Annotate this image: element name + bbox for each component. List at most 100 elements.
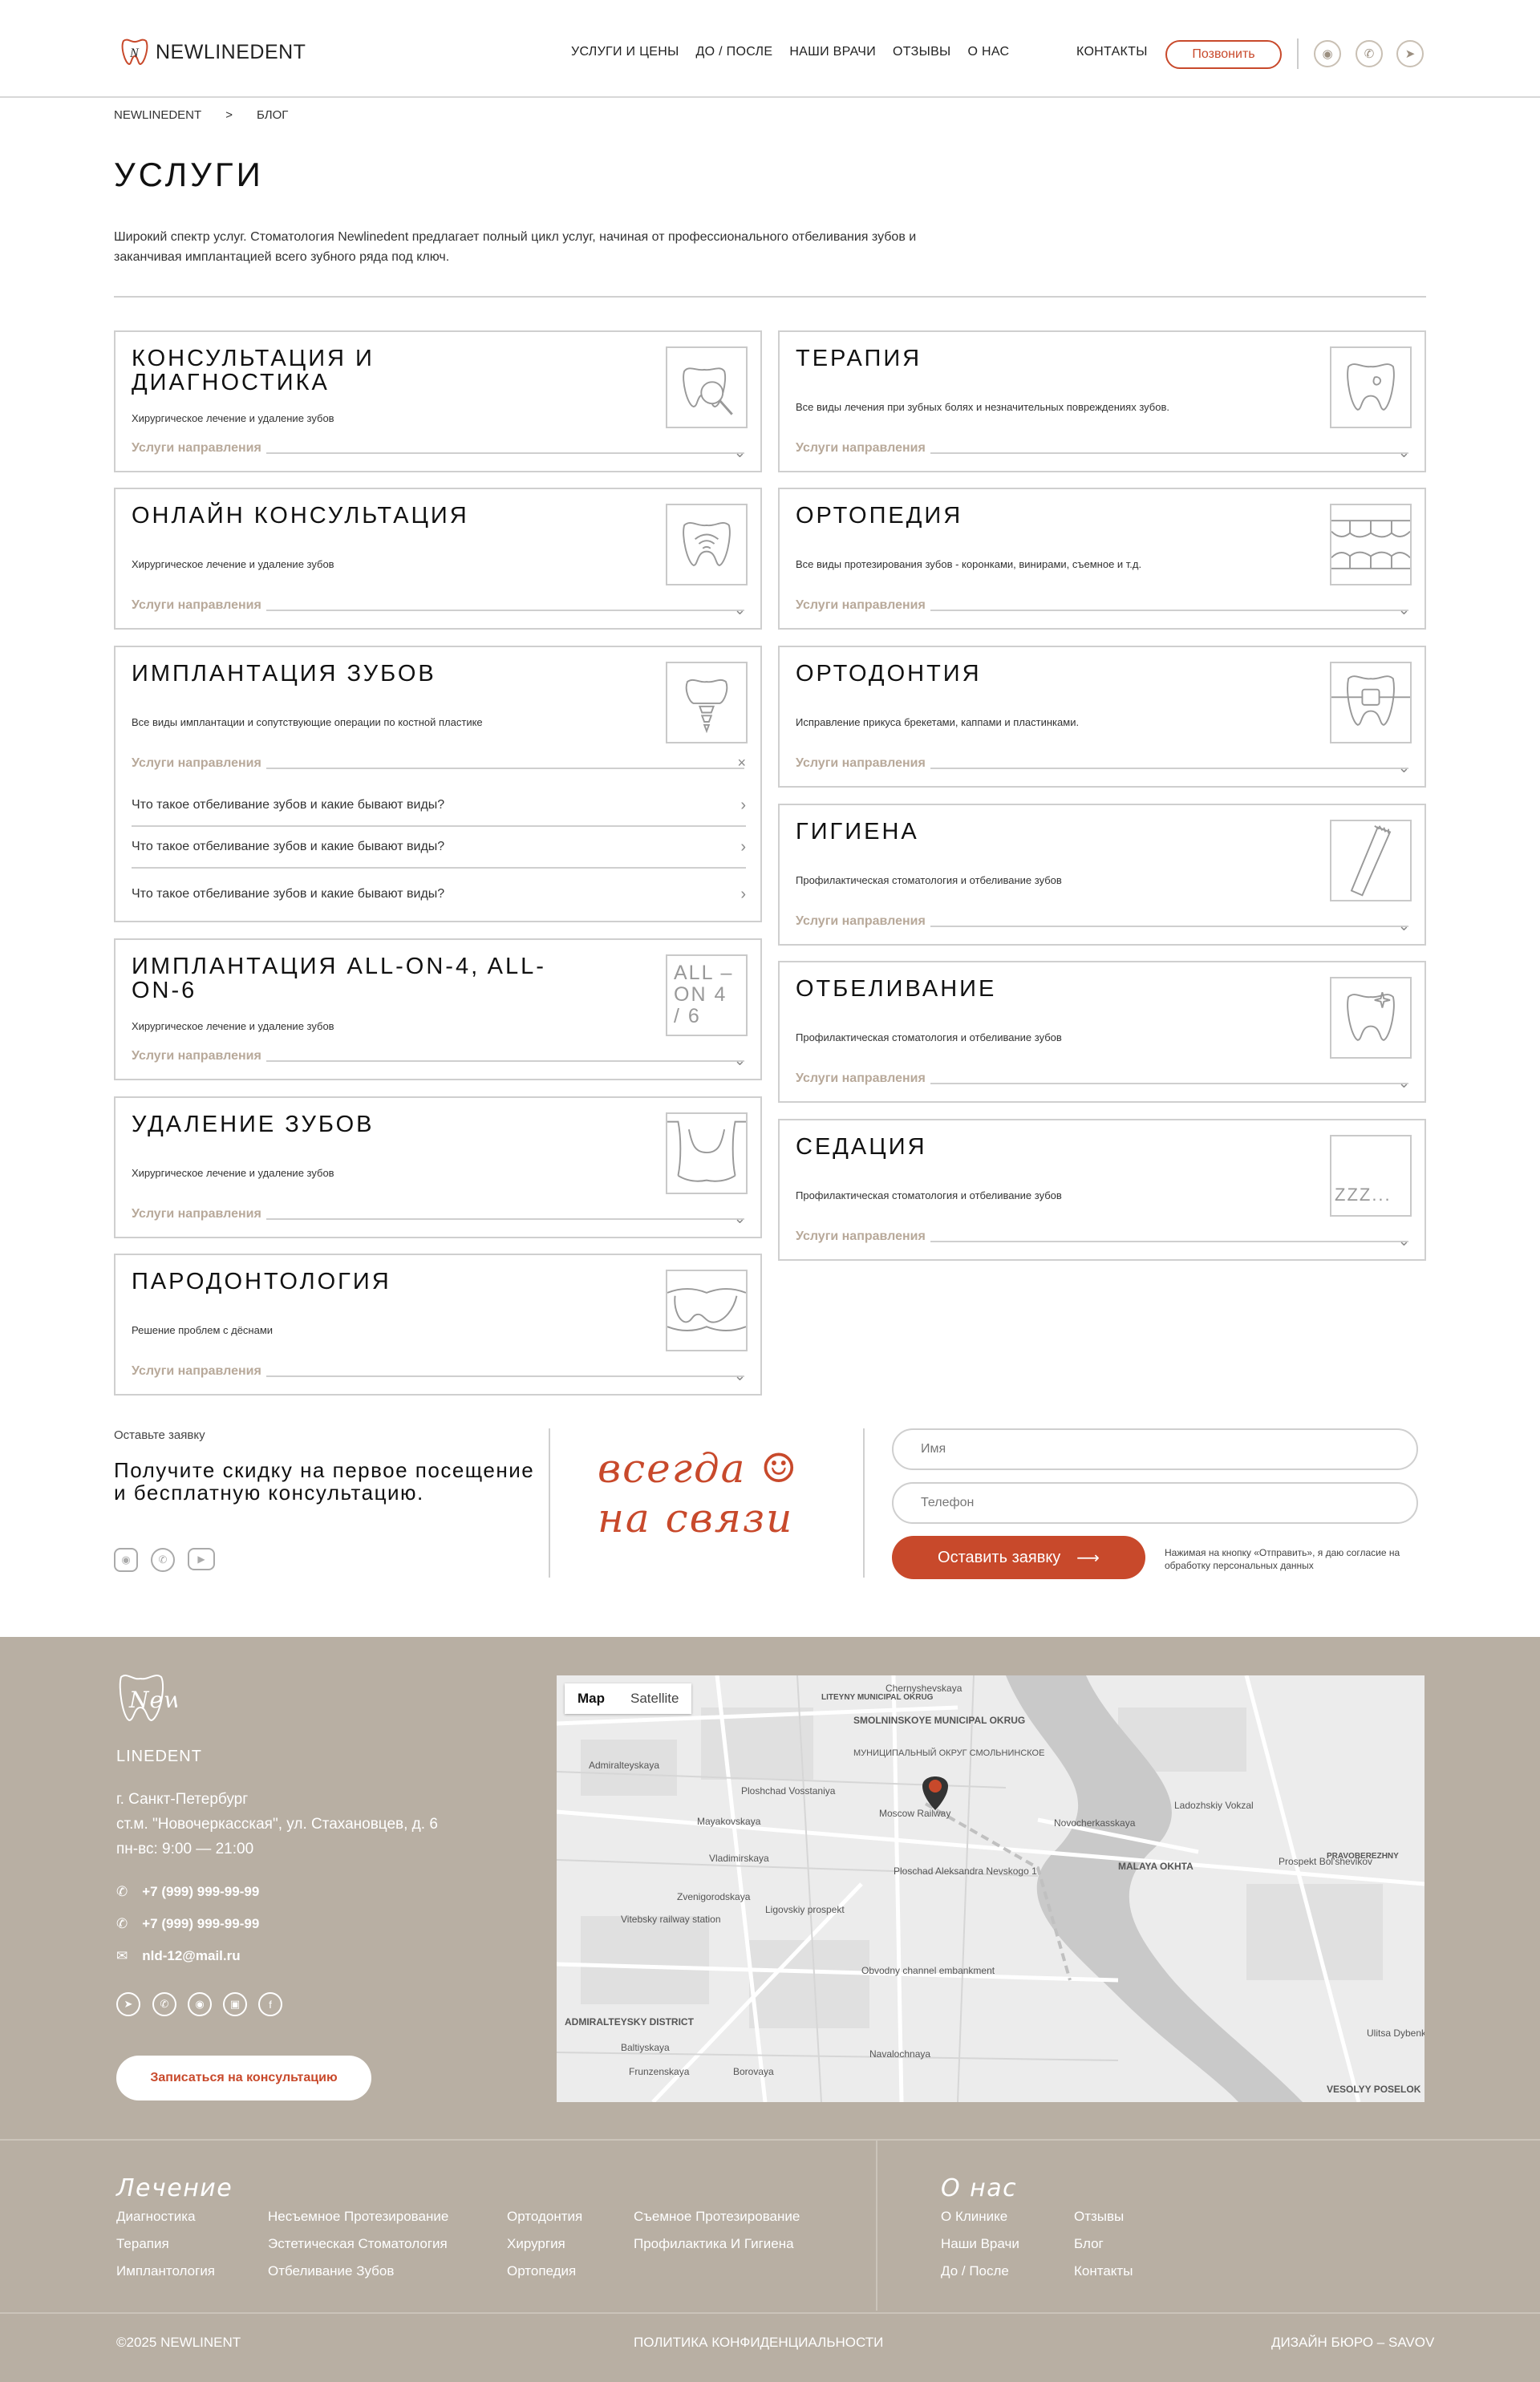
phone-input[interactable]: Телефон: [892, 1482, 1418, 1524]
chevron-down-icon[interactable]: ⌄: [734, 1210, 746, 1227]
card-directions[interactable]: Услуги направления: [132, 756, 744, 771]
chevron-down-icon[interactable]: ⌄: [734, 1367, 746, 1384]
footer-link[interactable]: Профилактика И Гигиена: [634, 2236, 794, 2252]
chevron-down-icon[interactable]: ⌄: [1398, 1075, 1410, 1092]
service-card-periodontology[interactable]: ПАРОДОНТОЛОГИЯ Решение проблем с дёснами…: [114, 1254, 762, 1396]
map[interactable]: SMOLNINSKOYE MUNICIPAL OKRUG МУНИЦИПАЛЬН…: [557, 1675, 1424, 2102]
footer-link[interactable]: О Клинике: [941, 2209, 1007, 2225]
breadcrumb-separator: >: [225, 108, 233, 122]
phone-number: +7 (999) 999-99-99: [142, 1916, 260, 1931]
card-directions[interactable]: Услуги направления: [796, 1071, 1408, 1086]
service-card-sedation[interactable]: СЕДАЦИЯ Профилактическая стоматология и …: [778, 1119, 1426, 1261]
footer-link[interactable]: Диагностика: [116, 2209, 196, 2225]
whatsapp-icon[interactable]: ✆: [1356, 40, 1383, 67]
card-directions-label: Услуги направления: [132, 1207, 261, 1221]
chevron-down-icon[interactable]: ⌄: [734, 602, 746, 618]
footer-link[interactable]: Наши Врачи: [941, 2236, 1019, 2252]
footer-link[interactable]: До / После: [941, 2263, 1009, 2279]
sedation-icon: ZZZ...: [1330, 1135, 1412, 1217]
whatsapp-icon[interactable]: ✆: [152, 1992, 176, 2016]
nav-before-after[interactable]: ДО / ПОСЛЕ: [696, 45, 773, 59]
chevron-down-icon[interactable]: ⌄: [1398, 602, 1410, 618]
card-title: ПАРОДОНТОЛОГИЯ: [132, 1269, 391, 1294]
footer-link[interactable]: Эстетическая Стоматология: [268, 2236, 448, 2252]
card-directions[interactable]: Услуги направления: [132, 598, 744, 613]
instagram-icon[interactable]: ◉: [188, 1992, 212, 2016]
card-directions[interactable]: Услуги направления: [796, 914, 1408, 929]
footer-link[interactable]: Несъемное Протезирование: [268, 2209, 448, 2225]
footer-link[interactable]: Хирургия: [507, 2236, 565, 2252]
design-credit[interactable]: ДИЗАЙН БЮРО – SAVOV: [1271, 2335, 1434, 2351]
nav-reviews[interactable]: ОТЗЫВЫ: [893, 45, 951, 59]
chevron-down-icon[interactable]: ⌄: [734, 1052, 746, 1069]
nav-doctors[interactable]: НАШИ ВРАЧИ: [789, 45, 876, 59]
book-consultation-button[interactable]: Записаться на консультацию: [116, 2056, 371, 2100]
nav-contacts[interactable]: КОНТАКТЫ: [1076, 45, 1148, 59]
footer-email[interactable]: ✉ nld-12@mail.ru: [116, 1948, 241, 1964]
footer-link[interactable]: Съемное Протезирование: [634, 2209, 800, 2225]
card-title: ТЕРАПИЯ: [796, 346, 922, 371]
card-directions[interactable]: Услуги направления: [132, 1207, 744, 1221]
footer-link[interactable]: Ортопедия: [507, 2263, 576, 2279]
faq-item[interactable]: Что такое отбеливание зубов и какие быва…: [132, 873, 746, 915]
nav-services[interactable]: УСЛУГИ И ЦЕНЫ: [571, 45, 679, 59]
nav-about[interactable]: О НАС: [968, 45, 1010, 59]
service-card-orthodontics[interactable]: ОРТОДОНТИЯ Исправление прикуса брекетами…: [778, 646, 1426, 788]
breadcrumb-home[interactable]: NEWLINEDENT: [114, 108, 201, 122]
card-directions[interactable]: Услуги направления: [132, 1364, 744, 1379]
service-card-orthopedics[interactable]: ОРТОПЕДИЯ Все виды протезирования зубов …: [778, 488, 1426, 630]
footer-link[interactable]: Контакты: [1074, 2263, 1133, 2279]
card-directions[interactable]: Услуги направления: [132, 1049, 744, 1063]
service-card-therapy[interactable]: ТЕРАПИЯ Все виды лечения при зубных боля…: [778, 330, 1426, 472]
footer-link[interactable]: Имплантология: [116, 2263, 215, 2279]
card-directions[interactable]: Услуги направления: [796, 598, 1408, 613]
service-card-diagnostics[interactable]: КОНСУЛЬТАЦИЯ И ДИАГНОСТИКА Хирургическое…: [114, 330, 762, 472]
card-subtitle: Все виды лечения при зубных болях и незн…: [796, 401, 1169, 413]
chevron-down-icon[interactable]: ⌄: [1398, 760, 1410, 776]
satellite-tab[interactable]: Satellite: [618, 1683, 691, 1714]
name-input[interactable]: Имя: [892, 1428, 1418, 1470]
privacy-link[interactable]: ПОЛИТИКА КОНФИДЕНЦИАЛЬНОСТИ: [634, 2335, 883, 2351]
chevron-down-icon[interactable]: ⌄: [734, 444, 746, 461]
telegram-icon[interactable]: ➤: [1396, 40, 1424, 67]
service-card-implantation[interactable]: ИМПЛАНТАЦИЯ ЗУБОВ Все виды имплантации и…: [114, 646, 762, 922]
footer-link[interactable]: Терапия: [116, 2236, 169, 2252]
chevron-down-icon[interactable]: ⌄: [1398, 1233, 1410, 1250]
telegram-icon[interactable]: ➤: [116, 1992, 140, 2016]
card-directions[interactable]: Услуги направления: [132, 441, 744, 456]
facebook-icon[interactable]: f: [258, 1992, 282, 2016]
whatsapp-icon[interactable]: ✆: [151, 1548, 175, 1572]
close-icon[interactable]: ×: [737, 755, 746, 772]
faq-item[interactable]: Что такое отбеливание зубов и какие быва…: [132, 827, 746, 869]
instagram-icon[interactable]: ◉: [1314, 40, 1341, 67]
footer-link[interactable]: Отзывы: [1074, 2209, 1124, 2225]
card-directions[interactable]: Услуги направления: [796, 441, 1408, 456]
service-card-online-consultation[interactable]: ОНЛАЙН КОНСУЛЬТАЦИЯ Хирургическое лечени…: [114, 488, 762, 630]
map-tab[interactable]: Map: [565, 1683, 618, 1714]
footer-link[interactable]: Отбеливание Зубов: [268, 2263, 394, 2279]
footer-phone[interactable]: ✆ +7 (999) 999-99-99: [116, 1884, 259, 1900]
map-label: Ladozhskiy Vokzal: [1174, 1800, 1254, 1811]
faq-item[interactable]: Что такое отбеливание зубов и какие быва…: [132, 785, 746, 827]
card-directions[interactable]: Услуги направления: [796, 756, 1408, 771]
card-directions[interactable]: Услуги направления: [796, 1229, 1408, 1244]
service-card-whitening[interactable]: ОТБЕЛИВАНИЕ Профилактическая стоматологи…: [778, 961, 1426, 1103]
vk-icon[interactable]: ▣: [223, 1992, 247, 2016]
chevron-down-icon[interactable]: ⌄: [1398, 918, 1410, 934]
footer-phone[interactable]: ✆ +7 (999) 999-99-99: [116, 1916, 259, 1932]
breadcrumb-blog[interactable]: БЛОГ: [257, 108, 288, 122]
footer-logo[interactable]: New LINEDENT: [116, 1671, 202, 1766]
page-title: УСЛУГИ: [114, 156, 264, 193]
service-card-extraction[interactable]: УДАЛЕНИЕ ЗУБОВ Хирургическое лечение и у…: [114, 1096, 762, 1238]
instagram-icon[interactable]: ◉: [114, 1548, 138, 1572]
card-subtitle: Хирургическое лечение и удаление зубов: [132, 1167, 334, 1179]
service-card-all-on-4[interactable]: ИМПЛАНТАЦИЯ ALL-ON-4, ALL-ON-6 Хирургиче…: [114, 938, 762, 1080]
footer-link[interactable]: Ортодонтия: [507, 2209, 582, 2225]
footer-link[interactable]: Блог: [1074, 2236, 1104, 2252]
submit-button[interactable]: Оставить заявку ⟶: [892, 1536, 1145, 1579]
logo[interactable]: N NEWLINEDENT: [119, 37, 306, 67]
chevron-down-icon[interactable]: ⌄: [1398, 444, 1410, 461]
service-card-hygiene[interactable]: ГИГИЕНА Профилактическая стоматология и …: [778, 804, 1426, 946]
call-button[interactable]: Позвонить: [1165, 40, 1282, 69]
youtube-icon[interactable]: ▶: [188, 1548, 215, 1570]
